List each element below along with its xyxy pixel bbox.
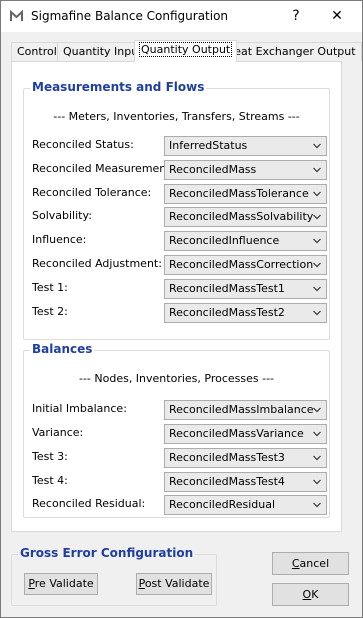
measurements-group-title: Measurements and Flows [30, 80, 207, 94]
chevron-down-icon [313, 286, 321, 292]
select-value: ReconciledMassTolerance [169, 187, 309, 200]
dialog-window: Sigmafine Balance Configuration ? ✕ Cont… [0, 0, 363, 618]
variance-select[interactable]: ReconciledMassVariance [164, 424, 327, 444]
select-value: ReconciledMassSolvability [169, 210, 314, 223]
select-value: ReconciledMassTest2 [169, 306, 285, 319]
reconciled-residual-label: Reconciled Residual: [32, 497, 146, 510]
measurements-group: Measurements and Flows --- Meters, Inven… [23, 80, 330, 340]
reconciled-status-label: Reconciled Status: [32, 138, 134, 151]
influence-label: Influence: [32, 233, 87, 246]
chevron-down-icon [313, 431, 321, 437]
cancel-label: ancel [299, 557, 330, 570]
initial-imbalance-label: Initial Imbalance: [32, 402, 127, 415]
pre-validate-label: re Validate [34, 577, 94, 590]
select-value: ReconciledMassTest3 [169, 451, 285, 464]
select-value: ReconciledMassVariance [169, 427, 304, 440]
reconciled-measurement-label: Reconciled Measurement: [32, 162, 175, 175]
pre-validate-button[interactable]: Pre Validate [24, 573, 98, 595]
quantity-output-panel: Measurements and Flows --- Meters, Inven… [11, 61, 342, 532]
cancel-button[interactable]: Cancel [272, 552, 349, 575]
chevron-down-icon [313, 407, 321, 413]
reconciled-tolerance-select[interactable]: ReconciledMassTolerance [164, 184, 327, 204]
reconciled-tolerance-label: Reconciled Tolerance: [32, 186, 152, 199]
test-2-label: Test 2: [32, 305, 68, 318]
test-1-label: Test 1: [32, 281, 68, 294]
reconciled-adjustment-label: Reconciled Adjustment: [32, 257, 162, 270]
chevron-down-icon [313, 502, 321, 508]
reconciled-status-select[interactable]: InferredStatus [164, 136, 327, 156]
balances-group: Balances --- Nodes, Inventories, Process… [23, 342, 330, 518]
balances-subtitle: --- Nodes, Inventories, Processes --- [78, 372, 275, 385]
select-value: ReconciledResidual [169, 498, 276, 511]
tab-label: Control [17, 45, 57, 58]
chevron-down-icon [313, 191, 321, 197]
select-value: ReconciledMass [169, 163, 257, 176]
post-validate-label: ost Validate [144, 577, 210, 590]
reconciled-adjustment-select[interactable]: ReconciledMassCorrection [164, 255, 327, 275]
chevron-down-icon [313, 310, 321, 316]
title-bar: Sigmafine Balance Configuration ? ✕ [1, 1, 362, 32]
cancel-mnemonic: C [291, 557, 300, 570]
select-value: ReconciledMassImbalance [169, 403, 314, 416]
tab-label: Heat Exchanger Output [226, 45, 356, 58]
chevron-down-icon [313, 262, 321, 268]
chevron-down-icon [313, 143, 321, 149]
ok-button[interactable]: OK [272, 583, 349, 606]
tab-control[interactable]: Control [11, 42, 63, 61]
variance-label: Variance: [32, 426, 84, 439]
solvability-select[interactable]: ReconciledMassSolvability [164, 207, 327, 227]
test-1-select[interactable]: ReconciledMassTest1 [164, 279, 327, 299]
tab-label: Quantity Input [63, 45, 143, 58]
ok-label: K [311, 588, 319, 601]
chevron-down-icon [313, 167, 321, 173]
tab-heat-exchanger-output[interactable]: Heat Exchanger Output [220, 42, 362, 61]
help-button[interactable]: ? [286, 6, 306, 26]
select-value: ReconciledMassTest1 [169, 282, 285, 295]
reconciled-residual-select[interactable]: ReconciledResidual [164, 495, 327, 515]
balances-group-title: Balances [30, 342, 95, 356]
select-value: InferredStatus [169, 139, 248, 152]
test-3-select[interactable]: ReconciledMassTest3 [164, 448, 327, 468]
sigmafine-app-icon [10, 10, 23, 21]
test-3-label: Test 3: [32, 450, 68, 463]
chevron-down-icon [313, 479, 321, 485]
gross-error-group: Gross Error Configuration Pre Validate P… [11, 546, 217, 606]
select-value: ReconciledMassCorrection [169, 258, 314, 271]
measurements-subtitle: --- Meters, Inventories, Transfers, Stre… [53, 110, 300, 123]
solvability-label: Solvability: [32, 209, 92, 222]
window-title: Sigmafine Balance Configuration [31, 9, 229, 23]
reconciled-measurement-select[interactable]: ReconciledMass [164, 160, 327, 180]
post-validate-button[interactable]: Post Validate [136, 573, 212, 595]
tab-quantity-output[interactable]: Quantity Output [134, 40, 238, 62]
chevron-down-icon [313, 238, 321, 244]
test-2-select[interactable]: ReconciledMassTest2 [164, 303, 327, 323]
chevron-down-icon [313, 455, 321, 461]
test-4-label: Test 4: [32, 474, 68, 487]
gross-error-group-title: Gross Error Configuration [18, 546, 196, 560]
select-value: ReconciledInfluence [169, 234, 280, 247]
tab-label: Quantity Output [138, 42, 233, 57]
influence-select[interactable]: ReconciledInfluence [164, 231, 327, 251]
close-button[interactable]: ✕ [327, 6, 347, 26]
ok-mnemonic: O [302, 588, 312, 601]
test-4-select[interactable]: ReconciledMassTest4 [164, 472, 327, 492]
chevron-down-icon [313, 214, 321, 220]
initial-imbalance-select[interactable]: ReconciledMassImbalance [164, 400, 327, 420]
select-value: ReconciledMassTest4 [169, 475, 285, 488]
